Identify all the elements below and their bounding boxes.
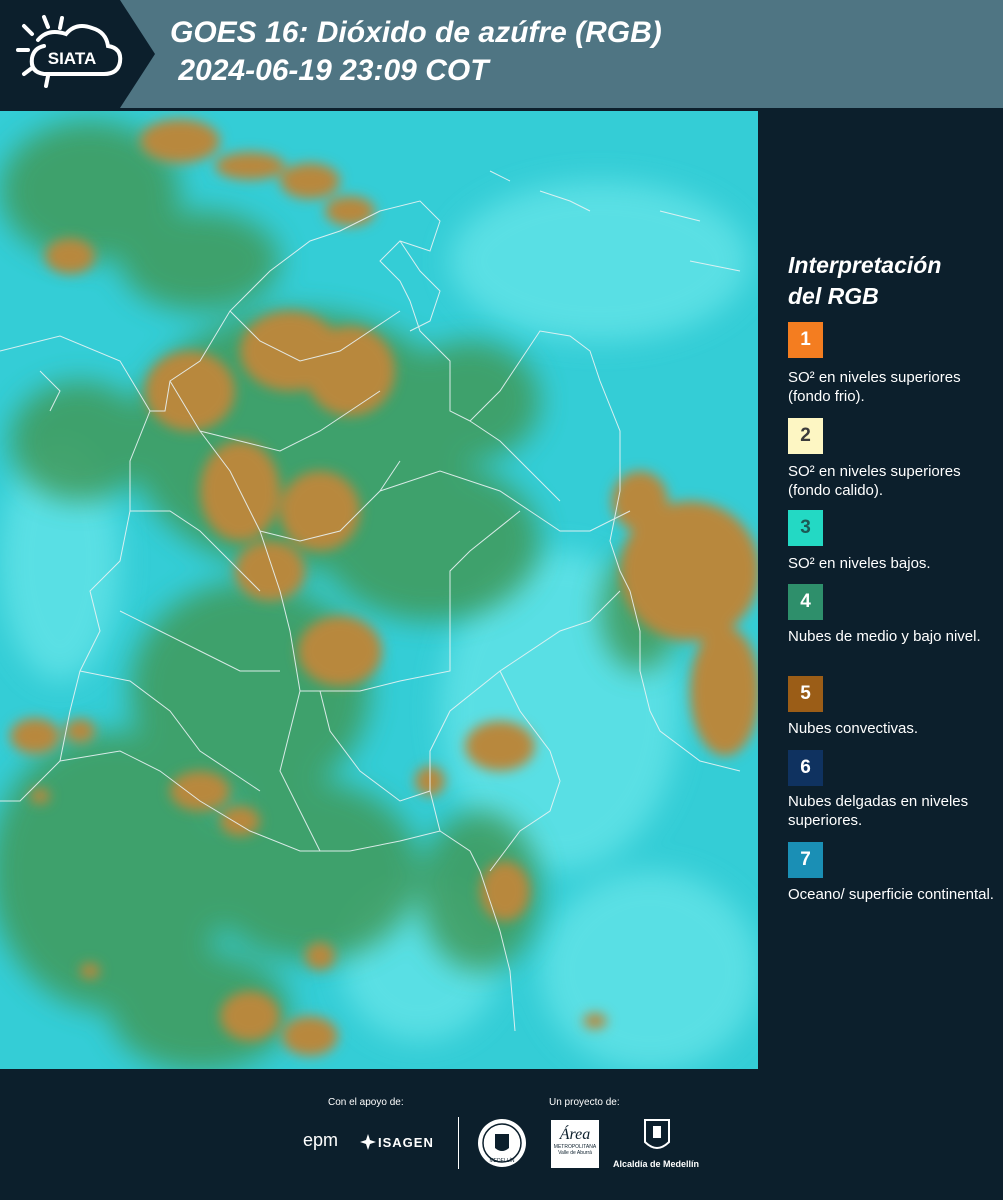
siata-logo: SIATA [16,15,123,88]
siata-logo-text: SIATA [48,49,96,68]
header: SIATA GOES 16: Dióxido de azúfre (RGB) 2… [0,0,1003,110]
legend-swatch-1: 1 [788,322,823,358]
legend-text-7: Oceano/ superficie continental. [788,886,994,903]
legend-swatch-4: 4 [788,584,823,620]
seal-text: MEDELLÍN [489,1157,514,1164]
area-name: Área [559,1126,591,1143]
alcaldia-crest-icon [644,1119,670,1149]
isagen-icon [360,1134,376,1150]
alcaldia-label: Alcaldía de Medellín [613,1159,700,1169]
isagen-logo: ISAGEN [378,1135,434,1150]
medellin-seal-icon: MEDELLÍN [478,1119,526,1167]
satellite-map[interactable] [0,111,758,1069]
footer-divider [458,1117,459,1169]
area-metropolitana-logo: Área METROPOLITANA Valle de Aburrá [551,1120,599,1168]
legend-text-3: SO² en niveles bajos. [788,555,931,572]
legend-swatch-3: 3 [788,510,823,546]
project-label: Un proyecto de: [549,1097,620,1108]
satellite-image [0,111,758,1069]
support-label: Con el apoyo de: [328,1097,404,1108]
legend-text-2: SO² en niveles superiores (fondo calido)… [788,463,961,499]
legend-text-4: Nubes de medio y bajo nivel. [788,628,981,645]
legend-swatch-2: 2 [788,418,823,454]
page-title: GOES 16: Dióxido de azúfre (RGB) 2024-06… [170,16,662,87]
legend-text-5: Nubes convectivas. [788,720,919,737]
legend-swatch-5: 5 [788,676,823,712]
legend-title: Interpretación del RGB [788,252,942,309]
legend-swatch-7: 7 [788,842,823,878]
legend-text-6: Nubes delgadas en niveles superiores. [788,793,969,829]
area-sub2: Valle de Aburrá [558,1150,592,1156]
epm-logo: epm [303,1130,339,1150]
legend-text-1: SO² en niveles superiores (fondo frio). [788,369,961,405]
legend-swatch-6: 6 [788,750,823,786]
